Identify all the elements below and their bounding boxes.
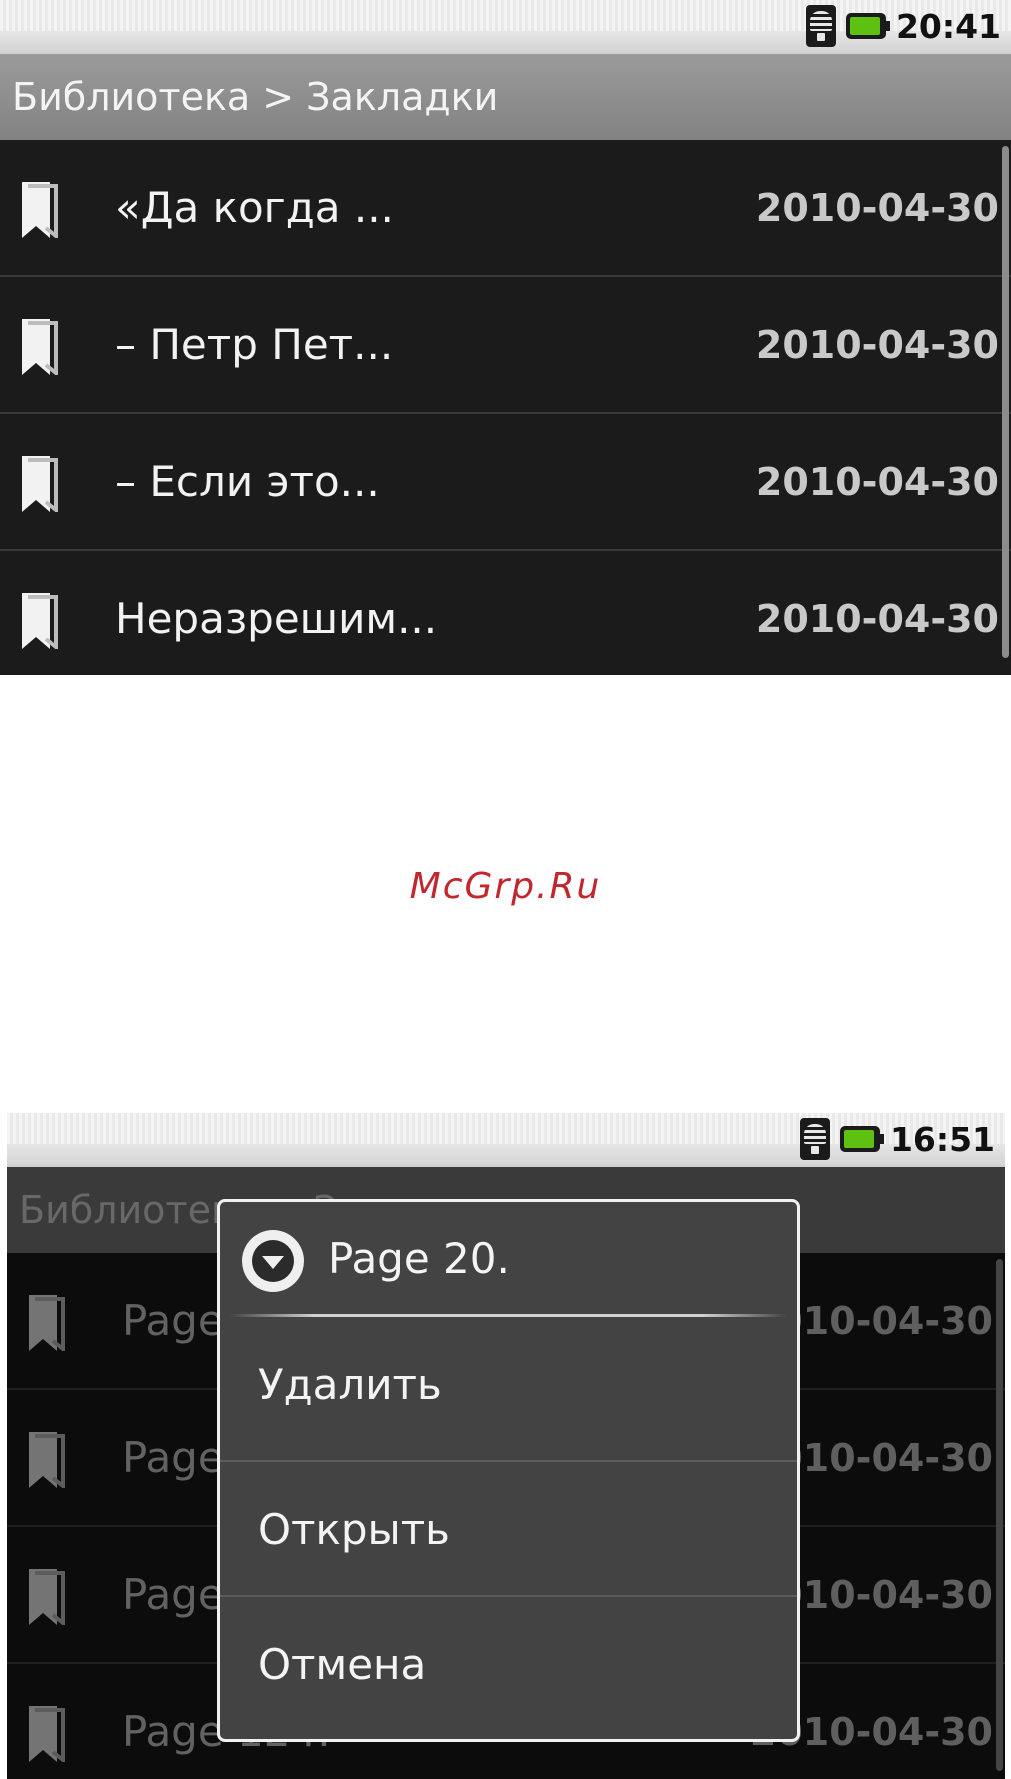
- context-menu-dialog: Page 20. Удалить Открыть Отмена: [217, 1199, 800, 1742]
- battery-icon: [845, 13, 890, 39]
- wifi-icon: [805, 5, 836, 47]
- bookmark-icon: [22, 593, 58, 649]
- list-item[interactable]: – Если это... 2010-04-30: [0, 414, 1011, 551]
- bookmark-title: Неразрешим...: [115, 594, 438, 643]
- bookmark-date: 2010-04-30: [755, 459, 999, 504]
- breadcrumb-text: Библиотека > Закладки: [12, 75, 499, 119]
- bookmark-icon: [29, 1569, 65, 1625]
- dialog-header: Page 20.: [220, 1202, 797, 1314]
- bookmark-title: «Да когда ...: [115, 183, 394, 232]
- bookmark-title: – Если это...: [115, 457, 380, 506]
- menu-item-label: Удалить: [258, 1359, 442, 1409]
- wifi-icon: [799, 1118, 830, 1160]
- bookmark-icon: [29, 1295, 65, 1351]
- menu-item-label: Открыть: [258, 1504, 450, 1554]
- menu-item-cancel[interactable]: Отмена: [220, 1597, 797, 1731]
- bookmark-icon: [22, 182, 58, 238]
- battery-icon: [839, 1126, 884, 1152]
- dropdown-arrow-icon: [242, 1230, 304, 1292]
- menu-item-delete[interactable]: Удалить: [220, 1317, 797, 1451]
- bookmark-date: 2010-04-30: [755, 185, 999, 230]
- list-item[interactable]: – Петр Пет... 2010-04-30: [0, 277, 1011, 414]
- status-bar: 16:51: [7, 1113, 1005, 1167]
- list-item[interactable]: Неразрешим... 2010-04-30: [0, 551, 1011, 675]
- bookmark-icon: [22, 456, 58, 512]
- bookmark-list: «Да когда ... 2010-04-30 – Петр Пет... 2…: [0, 140, 1011, 675]
- status-bar: 20:41: [0, 0, 1011, 54]
- dialog-title: Page 20.: [328, 1233, 510, 1283]
- menu-item-label: Отмена: [258, 1639, 427, 1689]
- breadcrumb: Библиотека > Закладки: [0, 54, 1011, 140]
- status-time: 16:51: [889, 1119, 995, 1159]
- bookmark-date: 2010-04-30: [755, 322, 999, 367]
- screen-bookmarks: 20:41 Библиотека > Закладки «Да когда ..…: [0, 0, 1011, 675]
- scrollbar[interactable]: [996, 1259, 1003, 1771]
- status-time: 20:41: [895, 6, 1001, 46]
- bookmark-icon: [29, 1706, 65, 1762]
- bookmark-date: 2010-04-30: [755, 596, 999, 641]
- watermark-text: McGrp.Ru: [409, 866, 602, 907]
- list-item[interactable]: «Да когда ... 2010-04-30: [0, 140, 1011, 277]
- bookmark-icon: [22, 319, 58, 375]
- bookmark-title: – Петр Пет...: [115, 320, 394, 369]
- bookmark-icon: [29, 1432, 65, 1488]
- menu-item-open[interactable]: Открыть: [220, 1462, 797, 1596]
- scrollbar[interactable]: [1002, 146, 1009, 658]
